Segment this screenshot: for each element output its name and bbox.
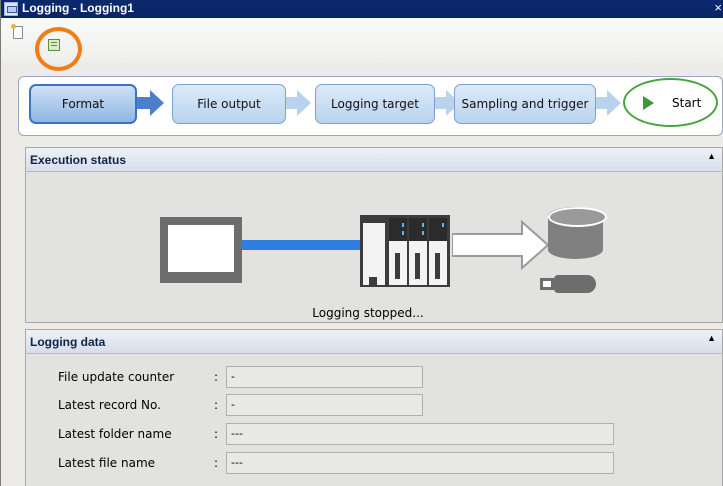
close-button[interactable]: × (714, 0, 722, 15)
play-icon (643, 95, 654, 110)
database-icon (548, 207, 607, 259)
collapse-arrow-icon[interactable]: ▲ (707, 151, 716, 161)
step-sampling-label: Sampling and trigger (461, 97, 589, 111)
start-button[interactable]: Start (623, 78, 718, 127)
latest-folder-field: --- (226, 423, 614, 445)
field-label: Latest file name (58, 456, 156, 470)
file-update-counter-field: - (226, 366, 423, 388)
step-logging-target-label: Logging target (331, 97, 419, 111)
latest-file-field: --- (226, 452, 614, 474)
step-logging-target[interactable]: Logging target (315, 84, 435, 124)
step-file-output-label: File output (197, 97, 261, 111)
new-document-icon[interactable] (11, 24, 23, 39)
step-format-label: Format (61, 97, 105, 111)
execution-status-section: Execution status ▲ Logging stopped... (25, 147, 723, 323)
field-label: Latest record No. (58, 398, 161, 412)
highlight-circle (35, 27, 82, 71)
computer-keyboard-icon (160, 274, 242, 283)
plc-unit-icon (360, 215, 450, 287)
logging-data-section: Logging data ▲ File update counter : - L… (25, 329, 723, 486)
step-file-output[interactable]: File output (172, 84, 286, 124)
step-arrow-head (150, 90, 164, 116)
logging-data-header[interactable]: Logging data ▲ (26, 330, 722, 354)
collapse-arrow-icon[interactable]: ▲ (707, 333, 716, 343)
start-label: Start (672, 95, 702, 110)
field-label: Latest folder name (58, 427, 172, 441)
field-colon: : (214, 427, 219, 441)
toolbar (1, 18, 723, 63)
step-format[interactable]: Format (29, 84, 137, 124)
field-colon: : (214, 370, 219, 384)
step-arrow-head (297, 90, 311, 116)
step-arrow-head (607, 90, 621, 116)
field-colon: : (214, 398, 219, 412)
step-flow-panel: Format File output Logging target Sampli… (18, 76, 723, 136)
title-bar: Logging - Logging1 × (1, 0, 723, 18)
computer-monitor-icon (160, 217, 242, 281)
logging-data-title: Logging data (30, 335, 106, 349)
step-sampling-and-trigger[interactable]: Sampling and trigger (454, 84, 596, 124)
logging-window: Logging - Logging1 × Format File output … (0, 0, 723, 486)
app-icon (4, 2, 18, 16)
connection-cable (242, 240, 360, 250)
data-flow-arrow-icon (452, 220, 550, 270)
logging-status-text: Logging stopped... (312, 306, 424, 320)
latest-record-field: - (226, 394, 423, 416)
window-title: Logging - Logging1 (22, 1, 134, 15)
step-arrow (137, 97, 151, 109)
usb-drive-icon (540, 275, 596, 293)
execution-status-title: Execution status (30, 153, 127, 167)
field-label: File update counter (58, 370, 175, 384)
execution-status-header[interactable]: Execution status ▲ (26, 148, 722, 172)
field-colon: : (214, 456, 219, 470)
